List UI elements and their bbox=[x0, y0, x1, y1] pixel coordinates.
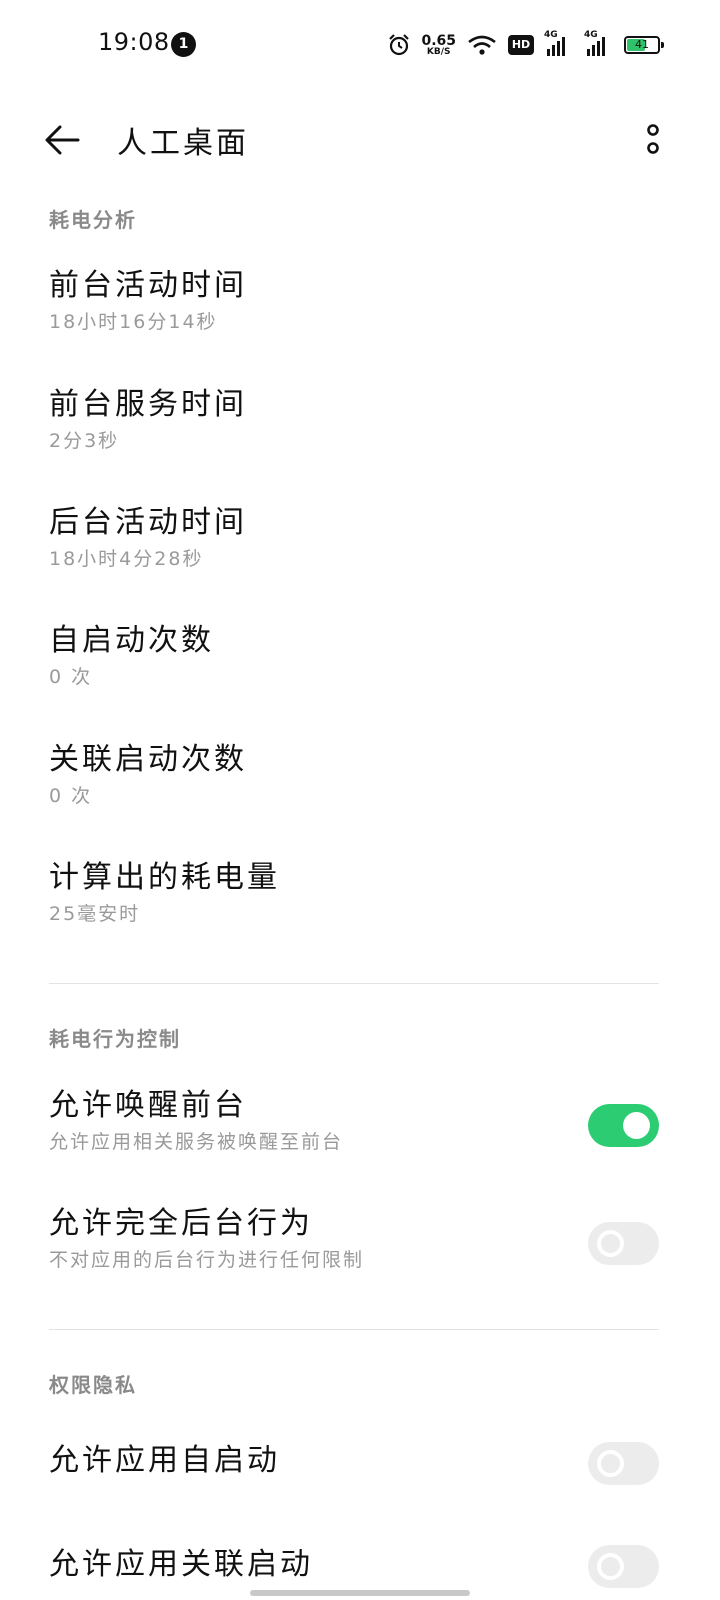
list-item-allow-associated-start[interactable]: 允许应用关联启动 bbox=[49, 1545, 669, 1585]
item-value: 18小时4分28秒 bbox=[49, 548, 204, 570]
signal-label: 4G bbox=[544, 30, 558, 40]
hd-voice-badge: HD bbox=[508, 35, 534, 55]
signal-icon: 4G bbox=[584, 30, 614, 56]
allow-full-background-toggle[interactable] bbox=[588, 1222, 659, 1265]
list-item-background-active-time[interactable]: 后台活动时间 18小时4分28秒 bbox=[49, 503, 669, 573]
network-speed-value: 0.65 bbox=[421, 32, 456, 49]
status-time: 19:08 bbox=[98, 28, 170, 56]
list-item-allow-wake-foreground[interactable]: 允许唤醒前台 允许应用相关服务被唤醒至前台 bbox=[49, 1086, 669, 1156]
notification-badge: 1 bbox=[171, 32, 196, 57]
signal-label: 4G bbox=[584, 30, 598, 40]
page-title: 人工桌面 bbox=[117, 126, 249, 161]
allow-associated-start-toggle[interactable] bbox=[588, 1545, 659, 1588]
toggle-knob bbox=[597, 1450, 624, 1477]
list-item-foreground-active-time[interactable]: 前台活动时间 18小时16分14秒 bbox=[49, 266, 669, 336]
list-item-auto-start-count[interactable]: 自启动次数 0 次 bbox=[49, 621, 669, 691]
section-header-permissions-privacy: 权限隐私 bbox=[49, 1373, 137, 1397]
toggle-knob bbox=[597, 1230, 624, 1257]
battery-icon: 41 bbox=[624, 36, 664, 54]
list-item-calculated-power-usage[interactable]: 计算出的耗电量 25毫安时 bbox=[49, 858, 669, 928]
signal-icon: 4G bbox=[544, 30, 574, 56]
section-divider bbox=[49, 1329, 659, 1330]
app-bar: 人工桌面 bbox=[0, 100, 720, 176]
list-item-associated-start-count[interactable]: 关联启动次数 0 次 bbox=[49, 740, 669, 810]
wifi-icon bbox=[468, 35, 496, 55]
item-description: 允许应用相关服务被唤醒至前台 bbox=[49, 1131, 344, 1153]
item-title: 前台服务时间 bbox=[49, 387, 247, 422]
item-title: 允许应用关联启动 bbox=[49, 1547, 313, 1582]
toggle-knob bbox=[597, 1553, 624, 1580]
list-item-allow-auto-start[interactable]: 允许应用自启动 bbox=[49, 1441, 669, 1481]
item-title: 允许应用自启动 bbox=[49, 1443, 280, 1478]
section-header-behavior-control: 耗电行为控制 bbox=[49, 1027, 181, 1051]
toggle-knob bbox=[623, 1112, 650, 1139]
item-title: 计算出的耗电量 bbox=[49, 860, 280, 895]
item-title: 关联启动次数 bbox=[49, 742, 247, 777]
status-icons: 0.65 KB/S HD 4G 4G 41 bbox=[387, 30, 664, 60]
status-bar: 19:08 1 0.65 KB/S HD 4G 4G 41 bbox=[0, 0, 720, 90]
item-title: 前台活动时间 bbox=[49, 268, 247, 303]
item-value: 0 次 bbox=[49, 785, 93, 807]
item-title: 允许唤醒前台 bbox=[49, 1088, 247, 1123]
item-title: 允许完全后台行为 bbox=[49, 1206, 313, 1241]
item-title: 自启动次数 bbox=[49, 623, 214, 658]
list-item-allow-full-background[interactable]: 允许完全后台行为 不对应用的后台行为进行任何限制 bbox=[49, 1204, 669, 1274]
network-speed: 0.65 KB/S bbox=[421, 34, 456, 57]
item-title: 后台活动时间 bbox=[49, 505, 247, 540]
network-speed-unit: KB/S bbox=[426, 46, 451, 57]
item-value: 0 次 bbox=[49, 666, 93, 688]
battery-level: 41 bbox=[635, 38, 649, 51]
allow-auto-start-toggle[interactable] bbox=[588, 1442, 659, 1485]
more-vertical-icon[interactable] bbox=[638, 122, 668, 162]
list-item-foreground-service-time[interactable]: 前台服务时间 2分3秒 bbox=[49, 385, 669, 455]
item-value: 25毫安时 bbox=[49, 903, 141, 925]
arrow-left-icon[interactable] bbox=[40, 118, 84, 162]
item-value: 18小时16分14秒 bbox=[49, 311, 218, 333]
alarm-icon bbox=[389, 34, 410, 56]
item-description: 不对应用的后台行为进行任何限制 bbox=[49, 1249, 365, 1271]
allow-wake-foreground-toggle[interactable] bbox=[588, 1104, 659, 1147]
item-value: 2分3秒 bbox=[49, 430, 120, 452]
home-indicator[interactable] bbox=[250, 1590, 470, 1596]
section-header-power-analysis: 耗电分析 bbox=[49, 208, 137, 232]
section-divider bbox=[49, 983, 659, 984]
